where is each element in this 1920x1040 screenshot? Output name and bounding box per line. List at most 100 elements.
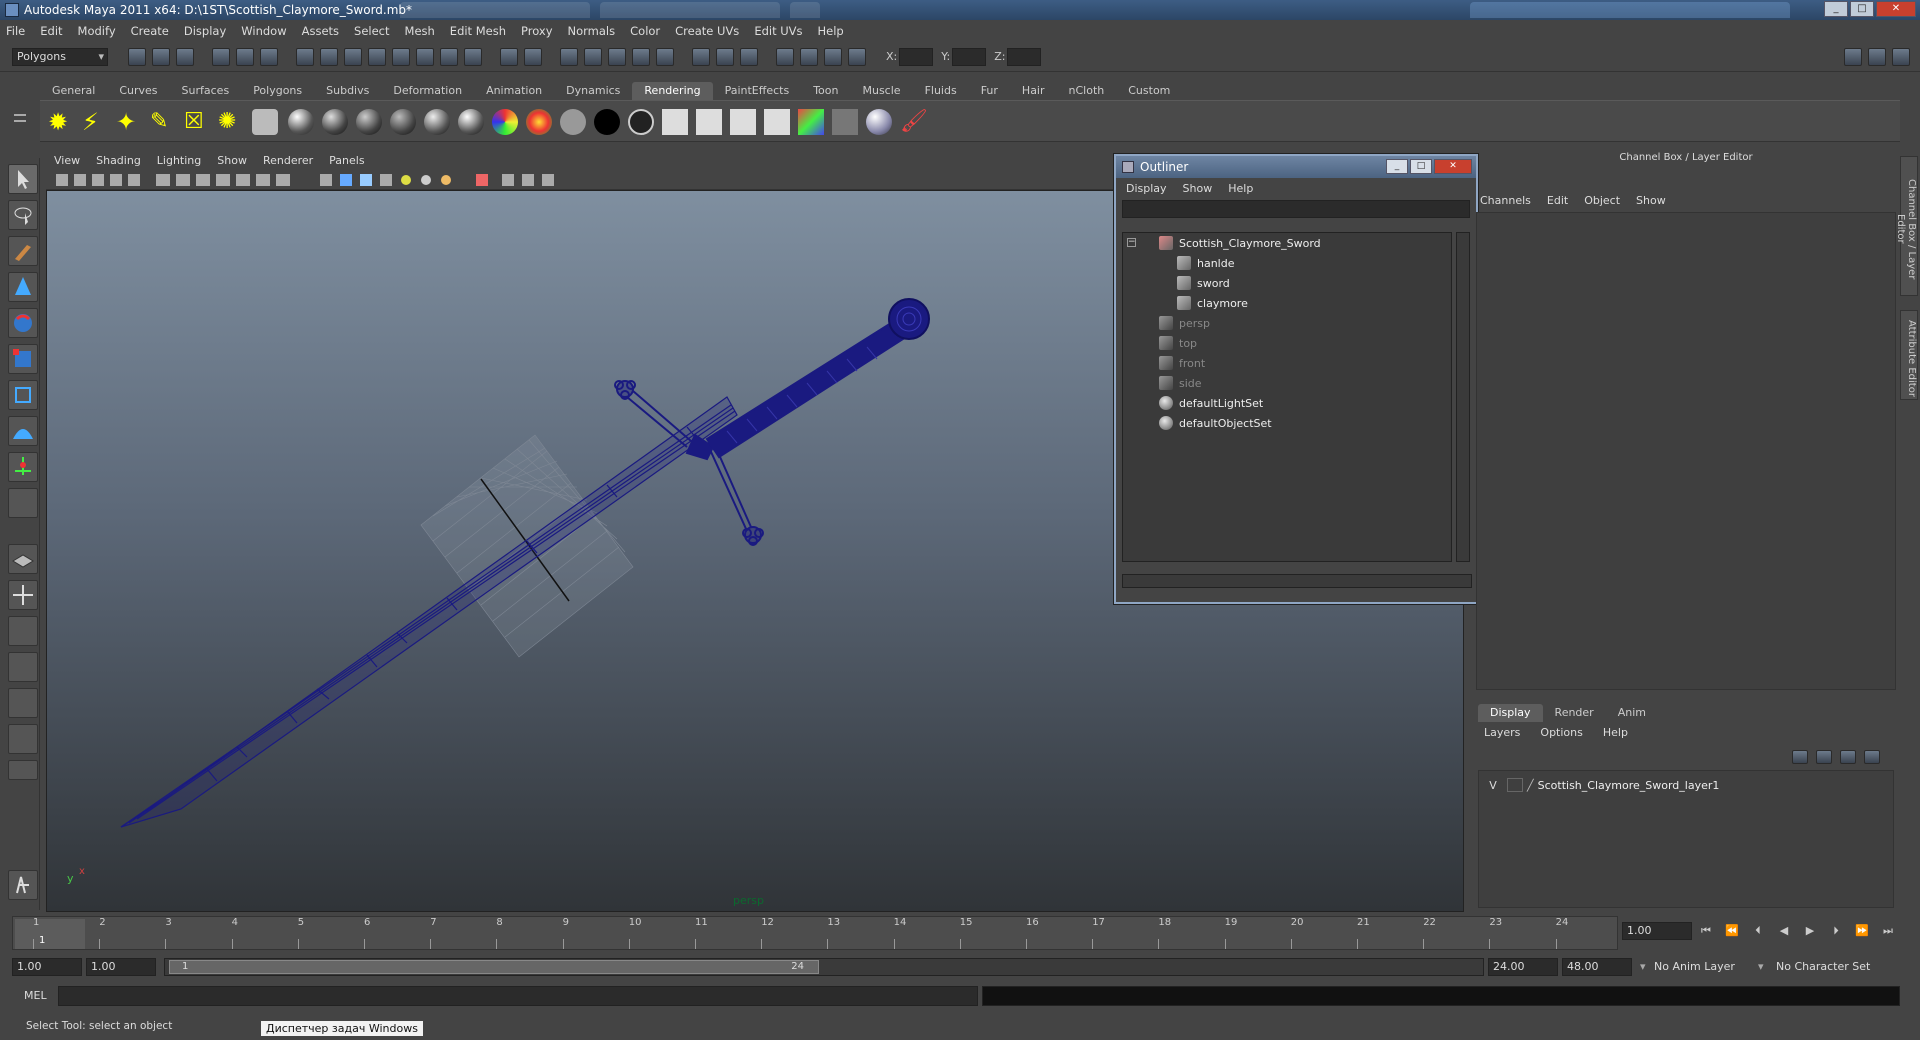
viewport-menu-panels[interactable]: Panels [329,154,364,167]
outliner-item[interactable]: sword [1123,273,1451,293]
new-layer-selected-icon[interactable] [1864,750,1880,764]
input-ops-icon[interactable] [692,47,710,66]
shelf-tab-deformation[interactable]: Deformation [381,82,474,100]
spot-light-icon[interactable]: ✎ [150,109,176,135]
play-backwards-icon[interactable]: ◀ [1776,924,1792,938]
textured-icon[interactable] [380,174,392,186]
persp-graph-layout-icon[interactable] [8,652,38,682]
directional-light-icon[interactable]: ⚡ [82,109,108,135]
range-slider-handle[interactable]: 1 24 [169,960,819,974]
select-handle-icon[interactable] [296,47,314,66]
outliner-title-bar[interactable]: Outliner _ □ ✕ [1116,156,1476,178]
lasso-tool-icon[interactable] [8,200,38,230]
paint-canvas-icon[interactable]: 🖌 [900,109,928,135]
snap-view-plane-icon[interactable] [632,47,650,66]
anisotropic-shader-icon[interactable] [288,109,314,135]
shelf-tab-fur[interactable]: Fur [969,82,1010,100]
make-live-icon[interactable] [656,47,674,66]
channel-box-menu-edit[interactable]: Edit [1547,194,1568,207]
menu-select[interactable]: Select [354,24,389,38]
select-curve-icon[interactable] [344,47,362,66]
menu-modify[interactable]: Modify [78,24,116,38]
outliner-item[interactable]: defaultObjectSet [1123,413,1451,433]
x-input[interactable] [899,47,934,66]
step-back-frame-icon[interactable]: ⏴ [1750,924,1766,938]
outliner-vertical-scrollbar[interactable] [1456,232,1470,562]
layer-menu-help[interactable]: Help [1597,726,1628,739]
outliner-item[interactable]: claymore [1123,293,1451,313]
new-scene-icon[interactable] [128,47,146,66]
layer-tab-anim[interactable]: Anim [1606,704,1658,722]
smooth-shade-icon[interactable] [340,174,352,186]
menu-color[interactable]: Color [630,24,660,38]
outliner-item[interactable]: persp [1123,313,1451,333]
step-back-key-icon[interactable]: ⏪ [1724,924,1740,938]
outliner-horizontal-scrollbar[interactable] [1122,574,1472,588]
menu-help[interactable]: Help [818,24,844,38]
go-to-end-icon[interactable]: ⏭ [1880,924,1896,938]
area-light-icon[interactable]: ☒ [184,109,210,135]
snap-grid-icon[interactable] [560,47,578,66]
bookmarks-icon[interactable] [92,174,104,186]
step-forward-key-icon[interactable]: ⏩ [1854,924,1870,938]
z-input[interactable] [1007,47,1042,66]
save-scene-icon[interactable] [176,47,194,66]
select-by-hierarchy-icon[interactable] [212,47,230,66]
universal-manipulator-icon[interactable] [8,380,38,410]
layer-color-swatch-icon[interactable]: ╱ [1527,779,1534,792]
shadows-icon[interactable] [421,175,431,185]
matte-shader-icon[interactable] [628,109,654,135]
menu-mesh[interactable]: Mesh [405,24,435,38]
time-slider[interactable]: 1 1 2 3 4 5 6 7 8 9 10 11 12 13 14 15 16 17 18 19 20 21 22 23 2… [12,916,1618,950]
menu-assets[interactable]: Assets [302,24,339,38]
construction-history-icon[interactable] [740,47,758,66]
outliner-item[interactable]: front [1123,353,1451,373]
shelf-tab-painteffects[interactable]: PaintEffects [713,82,802,100]
quick-layout-icon[interactable] [8,870,38,900]
output-ops-icon[interactable] [716,47,734,66]
mel-label[interactable]: MEL [24,989,47,1002]
outliner-item[interactable]: side [1123,373,1451,393]
shelf-tab-rendering[interactable]: Rendering [632,82,713,100]
layer-visibility-toggle[interactable]: V [1483,779,1503,792]
select-by-object-icon[interactable] [236,47,254,66]
side-tab-channel-box[interactable]: Channel Box / Layer Editor [1895,156,1918,296]
volume-light-icon[interactable]: ✺ [218,109,244,135]
grid-icon[interactable] [156,174,170,186]
current-frame-marker[interactable]: 1 [15,919,85,949]
highlight-selection-icon[interactable] [524,47,542,66]
render-view-icon[interactable] [776,47,794,66]
play-forwards-icon[interactable]: ▶ [1802,924,1818,938]
side-tab-attribute-editor[interactable]: Attribute Editor [1900,310,1918,400]
surface-shader-icon[interactable] [560,109,586,135]
backface-culling-icon[interactable] [542,174,554,186]
image-plane-icon[interactable] [110,174,122,186]
wireframe-icon[interactable] [320,174,332,186]
scale-tool-icon[interactable] [8,344,38,374]
menu-edit-uvs[interactable]: Edit UVs [754,24,802,38]
shelf-options[interactable] [4,82,34,142]
menu-window[interactable]: Window [241,24,286,38]
render-settings-icon[interactable] [848,47,866,66]
collapse-toggle-icon[interactable]: − [1127,238,1136,247]
range-slider[interactable]: 1 24 [164,958,1484,976]
viewport-menu-show[interactable]: Show [217,154,247,167]
outliner-item[interactable]: − Scottish_Claymore_Sword [1123,233,1451,253]
shelf-tab-muscle[interactable]: Muscle [850,82,912,100]
viewport-menu-lighting[interactable]: Lighting [157,154,201,167]
menu-proxy[interactable]: Proxy [521,24,553,38]
animation-end-field[interactable]: 48.00 [1562,958,1632,976]
menu-edit[interactable]: Edit [40,24,62,38]
shading-map-icon[interactable] [526,109,552,135]
current-time-field[interactable]: 1.00 [1622,922,1692,940]
lambert-shader-icon[interactable] [356,109,382,135]
shelf-tab-hair[interactable]: Hair [1010,82,1057,100]
menu-create-uvs[interactable]: Create UVs [675,24,739,38]
shelf-tab-general[interactable]: General [40,82,107,100]
select-by-component-icon[interactable] [260,47,278,66]
four-view-layout-icon[interactable] [8,580,38,610]
move-layer-down-icon[interactable] [1816,750,1832,764]
animation-start-field[interactable]: 1.00 [12,958,82,976]
outliner-menu-show[interactable]: Show [1183,182,1213,195]
select-misc-icon[interactable] [464,47,482,66]
